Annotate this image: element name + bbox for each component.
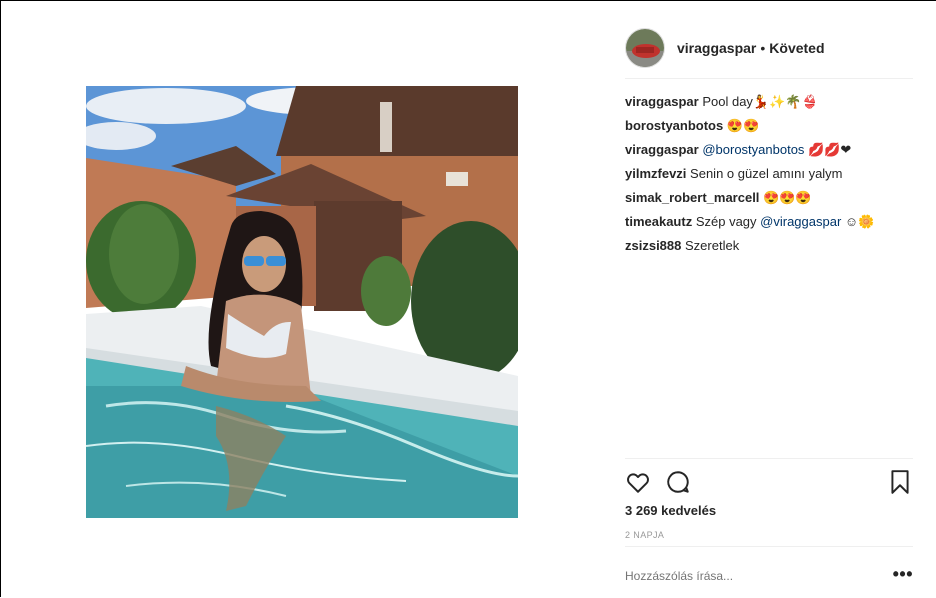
comment-input[interactable] [625,569,875,583]
post-dialog: viraggaspar • Követed viraggaspar Pool d… [0,0,936,598]
comment-item: yilmzfevzi Senin o güzel amını yalym [625,165,915,189]
comment-text: Pool day💃✨🌴👙 [702,94,818,109]
comment-text: Szeretlek [685,238,740,253]
post-sidebar: viraggaspar • Követed viraggaspar Pool d… [605,1,936,598]
avatar-image [626,28,664,67]
comment-username[interactable]: simak_robert_marcell [625,190,759,205]
post-media-area [1,1,605,598]
header-separator: • [760,39,766,56]
comment-item: viraggaspar @borostyanbotos 💋💋❤ [625,141,915,165]
action-bar [625,458,913,504]
post-author-username[interactable]: viraggaspar [677,40,756,56]
comment-item: timeakautz Szép vagy @viraggaspar ☺🌼 [625,213,915,237]
comment-text: Senin o güzel amını yalym [690,166,843,181]
comment-mention[interactable]: @borostyanbotos [702,142,804,157]
post-header: viraggaspar • Követed [625,17,913,79]
comment-list: viraggaspar Pool day💃✨🌴👙 borostyanbotos … [625,93,915,261]
avatar[interactable] [625,27,665,68]
comment-item: zsizsi888 Szeretlek [625,237,915,261]
likes-count[interactable]: 3 269 kedvelés [625,503,716,518]
more-options-icon[interactable]: ••• [893,565,913,583]
following-button[interactable]: Követed [769,40,824,56]
comment-mention[interactable]: @viraggaspar [760,214,841,229]
comment-username[interactable]: zsizsi888 [625,238,681,253]
comment-username[interactable]: timeakautz [625,214,692,229]
comment-bubble-icon[interactable] [665,469,691,495]
comment-text: 💋💋❤ [804,142,852,157]
comment-text: 😍😍😍 [763,190,812,205]
comment-username[interactable]: borostyanbotos [625,118,723,133]
heart-icon[interactable] [625,469,651,495]
comment-text: Szép vagy [695,214,761,229]
bookmark-icon[interactable] [887,469,913,495]
comment-text: 😍😍 [726,118,760,133]
post-timestamp[interactable]: 2 NAPJA [625,530,664,540]
comment-text-after: ☺🌼 [841,214,875,229]
comment-username[interactable]: viraggaspar [625,142,699,157]
add-comment-section: ••• [625,546,913,598]
comment-item: viraggaspar Pool day💃✨🌴👙 [625,93,915,117]
comment-item: simak_robert_marcell 😍😍😍 [625,189,915,213]
comment-item: borostyanbotos 😍😍 [625,117,915,141]
pool-photo-image [86,86,518,518]
post-photo[interactable] [86,86,518,518]
comment-username[interactable]: yilmzfevzi [625,166,686,181]
comment-username[interactable]: viraggaspar [625,94,699,109]
